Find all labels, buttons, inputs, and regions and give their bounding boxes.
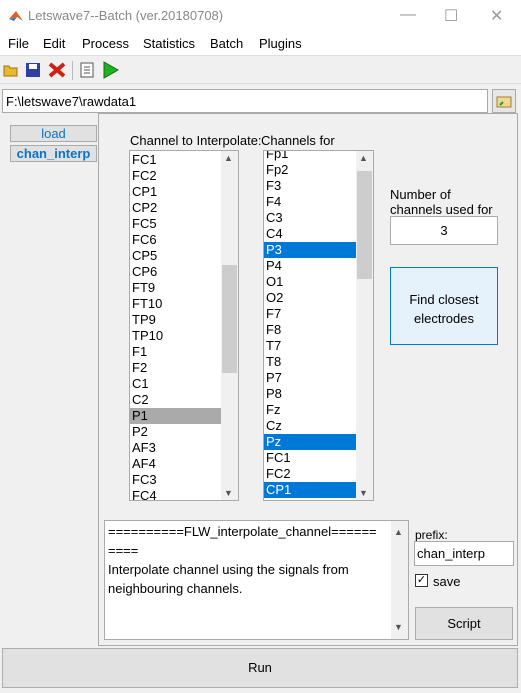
description-line: neighbouring channels. — [108, 581, 243, 596]
list-item[interactable]: FC5 — [130, 216, 222, 232]
list-item[interactable]: TP9 — [130, 312, 222, 328]
folder-refresh-icon — [496, 96, 512, 108]
delete-x-icon[interactable] — [48, 62, 66, 78]
browse-folder-button[interactable] — [492, 89, 516, 113]
nav-chan-interp[interactable]: chan_interp — [10, 145, 97, 162]
list-item[interactable]: CP5 — [130, 248, 222, 264]
menu-plugins[interactable]: Plugins — [259, 36, 302, 51]
number-of-channels-input[interactable]: 3 — [390, 216, 498, 245]
list-item[interactable]: TP10 — [130, 328, 222, 344]
list-item[interactable]: C1 — [130, 376, 222, 392]
save-label: save — [433, 574, 461, 589]
list-item[interactable]: F1 — [130, 344, 222, 360]
maximize-button[interactable]: ☐ — [444, 6, 458, 26]
list-item[interactable]: FC1 — [264, 450, 356, 466]
matlab-logo-icon — [9, 11, 23, 21]
run-button[interactable]: Run — [2, 648, 518, 688]
list-item[interactable]: FC6 — [130, 232, 222, 248]
list-item[interactable]: FC2 — [130, 168, 222, 184]
scrollbar[interactable]: ▲ ▼ — [221, 151, 238, 500]
menu-bar: File Edit Process Statistics Batch Plugi… — [0, 32, 521, 56]
menu-edit[interactable]: Edit — [43, 36, 65, 51]
list-item[interactable]: AF4 — [130, 456, 222, 472]
toolbar-divider — [72, 61, 73, 80]
channels-for-interpolation-list[interactable]: Fp1 Fp2 F3 F4 C3 C4 P3 P4 O1 O2 F7 F8 T7 T8 P7 P8 Fz Cz Pz… — [263, 150, 374, 501]
list-item[interactable]: P7 — [264, 370, 356, 386]
run-play-icon[interactable] — [103, 61, 119, 79]
list-item[interactable]: C3 — [264, 210, 356, 226]
save-disk-icon[interactable] — [25, 62, 41, 78]
list-item[interactable]: FT9 — [130, 280, 222, 296]
window-title: Letswave7--Batch (ver.20180708) — [28, 8, 224, 23]
list-item[interactable]: C2 — [130, 392, 222, 408]
menu-statistics[interactable]: Statistics — [143, 36, 195, 51]
list-item[interactable]: CP2 — [130, 200, 222, 216]
list-item[interactable]: F2 — [130, 360, 222, 376]
list-item[interactable]: F7 — [264, 306, 356, 322]
prefix-label: prefix: — [415, 528, 448, 542]
list-item[interactable]: Fp2 — [264, 162, 356, 178]
list-item[interactable]: Fz — [264, 402, 356, 418]
save-checkbox[interactable]: ✓ — [415, 574, 428, 587]
list-item[interactable]: P2 — [130, 424, 222, 440]
path-input[interactable]: F:\letswave7\rawdata1 — [2, 89, 488, 113]
minimize-button[interactable]: — — [400, 6, 416, 24]
list-item[interactable]: AF3 — [130, 440, 222, 456]
list-item[interactable]: F4 — [264, 194, 356, 210]
toolbar — [0, 57, 521, 84]
list-item[interactable]: FC3 — [130, 472, 222, 488]
script-button[interactable]: Script — [415, 607, 513, 640]
nav-load[interactable]: load — [10, 125, 97, 142]
list-item[interactable]: FC4 — [130, 488, 222, 500]
description-textbox[interactable]: ==========FLW_interpolate_channel====== … — [104, 520, 409, 640]
list-item[interactable]: O2 — [264, 290, 356, 306]
list-item[interactable]: FT10 — [130, 296, 222, 312]
list-item[interactable]: CP6 — [130, 264, 222, 280]
list-item[interactable]: CP1 — [130, 184, 222, 200]
channel-to-interpolate-list[interactable]: FC1 FC2 CP1 CP2 FC5 FC6 CP5 CP6 FT9 FT10 TP9 TP10 F1… — [129, 150, 239, 501]
menu-process[interactable]: Process — [82, 36, 129, 51]
list-item[interactable]: P3 — [264, 242, 356, 258]
list-item[interactable]: T7 — [264, 338, 356, 354]
scrollbar[interactable]: ▲ ▼ — [356, 151, 373, 500]
prefix-input[interactable]: chan_interp — [414, 541, 514, 566]
list-item[interactable]: P1 — [130, 408, 222, 424]
list-item[interactable]: Pz — [264, 434, 356, 450]
list-item[interactable]: FC1 — [130, 152, 222, 168]
number-of-channels-label: Number of channels used for — [390, 187, 493, 217]
list-item[interactable]: CP1 — [264, 482, 356, 498]
script-document-icon[interactable] — [80, 62, 94, 78]
scrollbar[interactable]: ▲ ▼ — [391, 521, 408, 639]
channel-to-interpolate-label: Channel to Interpolate: — [130, 133, 262, 148]
list-item[interactable]: P4 — [264, 258, 356, 274]
list-item[interactable]: Fp1 — [264, 151, 356, 162]
list-item[interactable]: P8 — [264, 386, 356, 402]
channels-for-label: Channels for — [261, 133, 335, 148]
find-closest-electrodes-button[interactable]: Find closest electrodes — [390, 267, 498, 345]
menu-file[interactable]: File — [8, 36, 29, 51]
list-item[interactable]: F3 — [264, 178, 356, 194]
list-item[interactable]: C4 — [264, 226, 356, 242]
list-item[interactable]: O1 — [264, 274, 356, 290]
list-item[interactable]: Cz — [264, 418, 356, 434]
close-button[interactable]: ✕ — [490, 6, 503, 26]
list-item[interactable]: T8 — [264, 354, 356, 370]
list-item[interactable]: F8 — [264, 322, 356, 338]
description-line: ==== — [108, 543, 139, 558]
menu-batch[interactable]: Batch — [210, 36, 243, 51]
title-bar: Letswave7--Batch (ver.20180708) — ☐ ✕ — [0, 0, 521, 32]
open-folder-icon[interactable] — [3, 62, 19, 78]
description-line: Interpolate channel using the signals fr… — [108, 562, 349, 577]
description-line: ==========FLW_interpolate_channel====== — [108, 524, 377, 539]
list-item[interactable]: FC2 — [264, 466, 356, 482]
